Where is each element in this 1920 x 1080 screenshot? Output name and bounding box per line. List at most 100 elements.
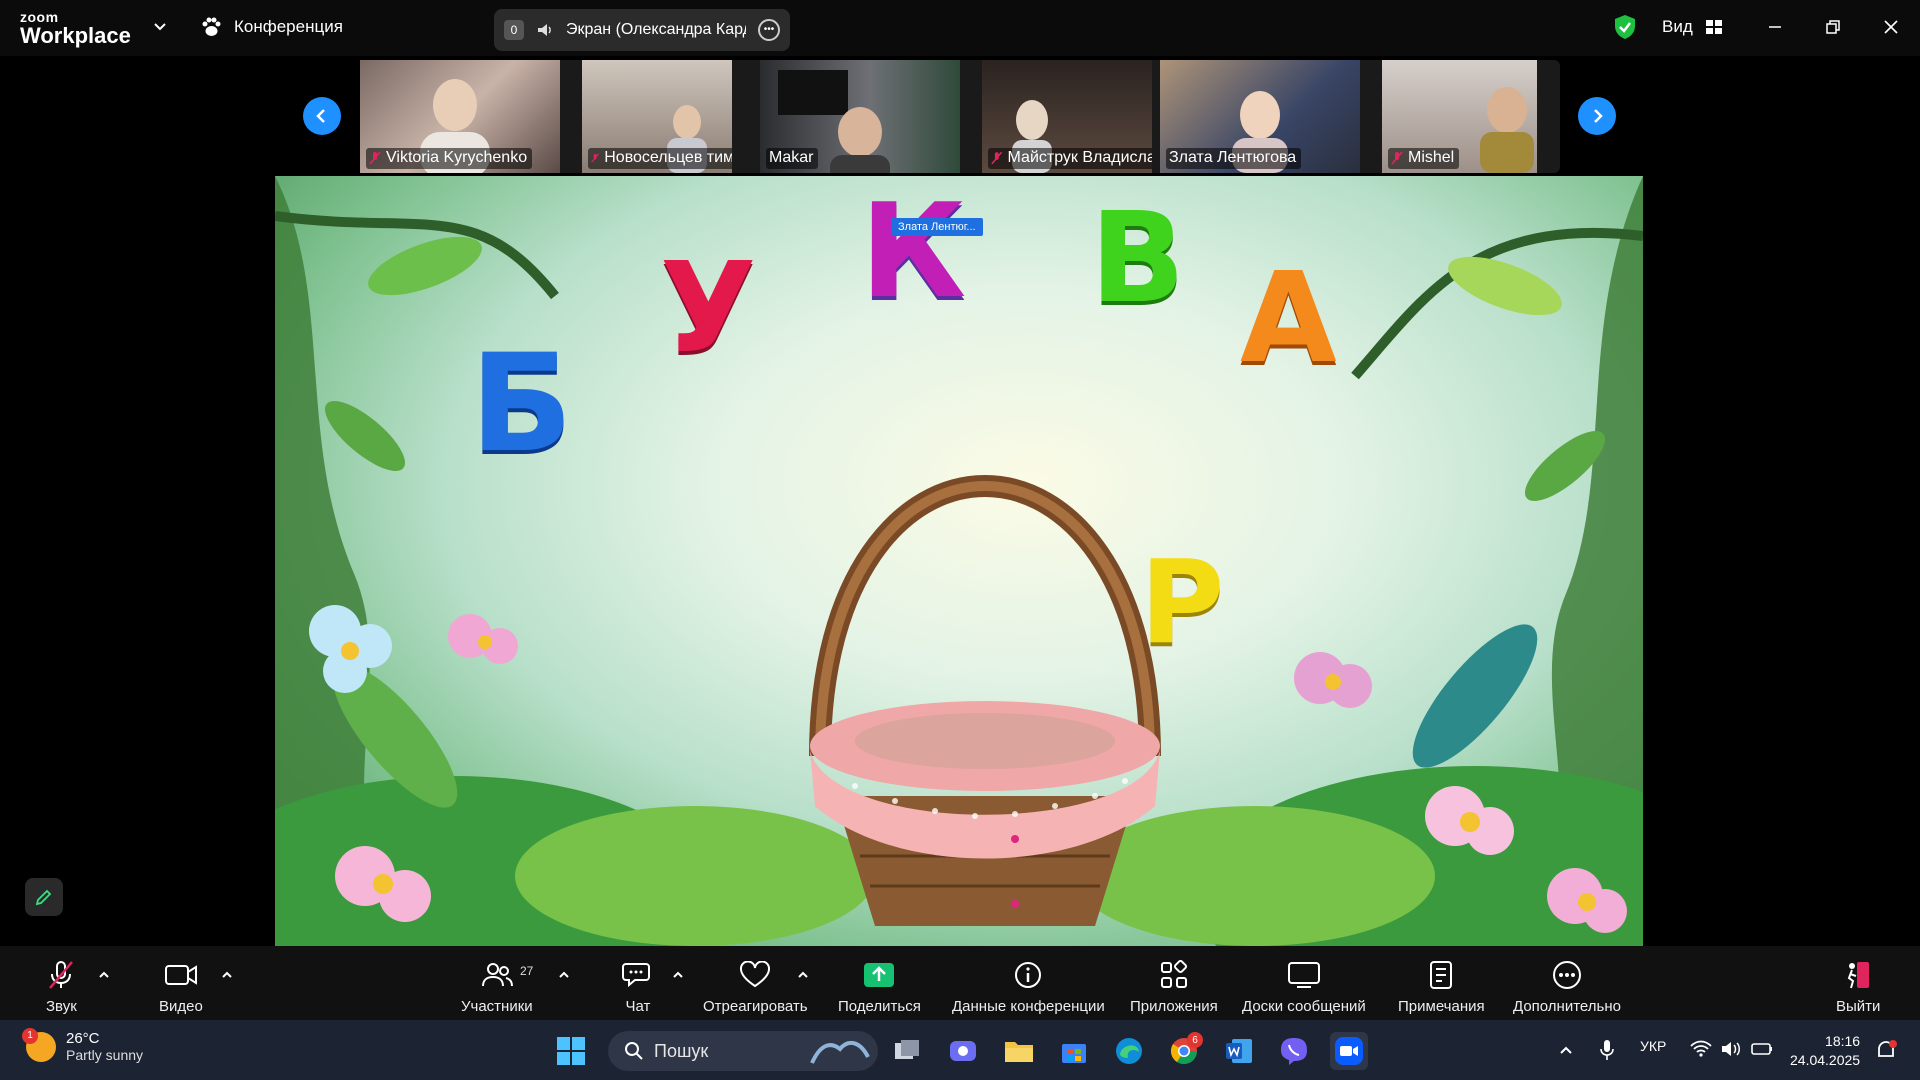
more-button[interactable]: Дополнительно	[1513, 958, 1621, 1015]
shared-screen[interactable]: У К В А Б Р Злата Лентюг...	[275, 176, 1643, 946]
logo-big: Workplace	[20, 23, 131, 48]
participant-tile[interactable]: Майструк Владислава	[982, 60, 1152, 173]
edge-button[interactable]	[1110, 1032, 1148, 1070]
wifi-icon[interactable]	[1690, 1040, 1712, 1058]
language-indicator[interactable]: УКР	[1640, 1038, 1666, 1054]
microphone-icon[interactable]	[1598, 1038, 1616, 1062]
video-camera-icon	[164, 965, 197, 985]
task-view-button[interactable]	[888, 1032, 926, 1070]
conference-menu[interactable]: Конференция	[200, 16, 343, 38]
zoom-logo: zoom Workplace	[20, 10, 131, 47]
participant-name: Makar	[769, 149, 814, 166]
chat-label: Чат	[625, 998, 651, 1015]
start-button[interactable]	[552, 1032, 590, 1070]
participants-count: 27	[520, 964, 534, 978]
participant-tile[interactable]: Новосельцев тимофі...	[582, 60, 732, 173]
battery-icon[interactable]	[1750, 1040, 1774, 1058]
shield-check-icon[interactable]	[1613, 14, 1637, 40]
notes-button[interactable]: Примечания	[1398, 958, 1485, 1015]
pencil-icon	[35, 889, 52, 906]
react-button[interactable]: Отреагировать	[703, 958, 808, 1015]
remote-cursor-label: Злата Лентюг...	[891, 218, 983, 236]
zoom-button[interactable]	[1330, 1032, 1368, 1070]
file-explorer-button[interactable]	[1000, 1032, 1038, 1070]
participant-tile[interactable]: Злата Лентюгова	[1160, 60, 1360, 173]
participant-tile[interactable]: Viktoria Kyrychenko	[360, 60, 560, 173]
chevron-up-icon[interactable]	[97, 968, 111, 982]
teams-meet-button[interactable]	[944, 1032, 982, 1070]
restore-icon	[1826, 20, 1840, 34]
participant-name: Mishel	[1408, 149, 1455, 166]
letter-u[interactable]: У	[660, 246, 756, 371]
letter-v[interactable]: В	[1090, 196, 1185, 321]
chevron-up-icon[interactable]	[796, 968, 810, 982]
chevron-up-icon[interactable]	[1558, 1042, 1574, 1058]
word-button[interactable]	[1220, 1032, 1258, 1070]
letter-b[interactable]: Б	[470, 336, 573, 471]
partly-sunny-icon: 1	[22, 1027, 56, 1062]
meeting-info-button[interactable]: Данные конференции	[952, 958, 1105, 1015]
taskbar-search[interactable]: Пошук	[608, 1031, 878, 1071]
windows-logo-icon	[557, 1037, 585, 1065]
chevron-up-icon[interactable]	[557, 968, 571, 982]
participant-name-label: Mishel	[1388, 148, 1460, 169]
notification-icon[interactable]	[1874, 1038, 1898, 1062]
search-highlight-icon	[810, 1040, 870, 1064]
annotate-button[interactable]	[25, 878, 63, 916]
viber-button[interactable]	[1275, 1032, 1313, 1070]
audio-label: Звук	[46, 998, 77, 1015]
mic-muted-icon	[369, 151, 381, 165]
chevron-down-icon[interactable]	[152, 18, 168, 34]
more-options-icon[interactable]: •••	[758, 19, 780, 41]
participant-name: Viktoria Kyrychenko	[386, 149, 528, 166]
restore-button[interactable]	[1818, 12, 1848, 42]
participant-name-label: Злата Лентюгова	[1166, 148, 1302, 169]
share-button[interactable]: Поделиться	[838, 958, 921, 1015]
more-label: Дополнительно	[1513, 998, 1621, 1015]
letter-k[interactable]: К	[860, 186, 966, 316]
weather-widget[interactable]: 1 26°C Partly sunny	[22, 1027, 143, 1063]
mic-muted-icon	[1391, 151, 1403, 165]
chrome-button[interactable]: 6	[1165, 1032, 1203, 1070]
clock-time: 18:16	[1825, 1033, 1861, 1049]
system-clock[interactable]: 18:16 24.04.2025	[1790, 1032, 1860, 1070]
store-button[interactable]	[1055, 1032, 1093, 1070]
audio-button[interactable]: Звук	[46, 958, 77, 1015]
close-button[interactable]	[1876, 12, 1906, 42]
participant-tile[interactable]: Makar	[760, 60, 960, 173]
letter-a[interactable]: А	[1240, 256, 1337, 381]
video-chat-icon	[950, 1041, 976, 1061]
participant-name: Новосельцев тимофі...	[604, 149, 732, 166]
heart-icon	[740, 961, 771, 988]
chevron-up-icon[interactable]	[220, 968, 234, 982]
chevron-up-icon[interactable]	[671, 968, 685, 982]
video-button[interactable]: Видео	[159, 958, 203, 1015]
leave-button[interactable]: Выйти	[1836, 958, 1880, 1015]
meeting-toolbar: Звук Видео Участники 27 Чат Отреагироват…	[0, 946, 1920, 1020]
apps-button[interactable]: Приложения	[1130, 958, 1218, 1015]
chevron-right-icon	[1594, 109, 1603, 123]
participant-name: Майструк Владислава	[1007, 149, 1152, 166]
mic-muted-icon	[49, 961, 74, 989]
chat-button[interactable]: Чат	[622, 958, 654, 1015]
participants-icon	[481, 963, 513, 987]
speaker-icon	[538, 24, 551, 36]
windows-taskbar: 1 26°C Partly sunny Пошук 6 УКР 18:16 24…	[0, 1020, 1920, 1080]
view-menu[interactable]: Вид	[1662, 17, 1723, 37]
screen-share-indicator[interactable]: 0 Экран (Олександра Кардаш) •••	[494, 9, 790, 51]
participant-filmstrip: Viktoria Kyrychenko Новосельцев тимофі..…	[360, 60, 1560, 173]
task-view-icon	[895, 1040, 919, 1059]
participant-name-label: Новосельцев тимофі...	[588, 148, 732, 169]
weather-badge: 1	[22, 1027, 38, 1044]
participant-name-label: Майструк Владислава	[988, 148, 1152, 169]
minimize-button[interactable]	[1760, 12, 1790, 42]
participant-tile[interactable]: Mishel	[1382, 60, 1537, 173]
whiteboards-button[interactable]: Доски сообщений	[1242, 958, 1366, 1015]
filmstrip-prev-button[interactable]	[303, 97, 341, 135]
logo-small: zoom	[20, 9, 59, 25]
filmstrip-next-button[interactable]	[1578, 97, 1616, 135]
search-icon	[625, 1042, 643, 1060]
share-screen-icon	[864, 963, 895, 987]
volume-icon[interactable]	[1720, 1040, 1742, 1058]
letter-r[interactable]: Р	[1140, 546, 1224, 661]
